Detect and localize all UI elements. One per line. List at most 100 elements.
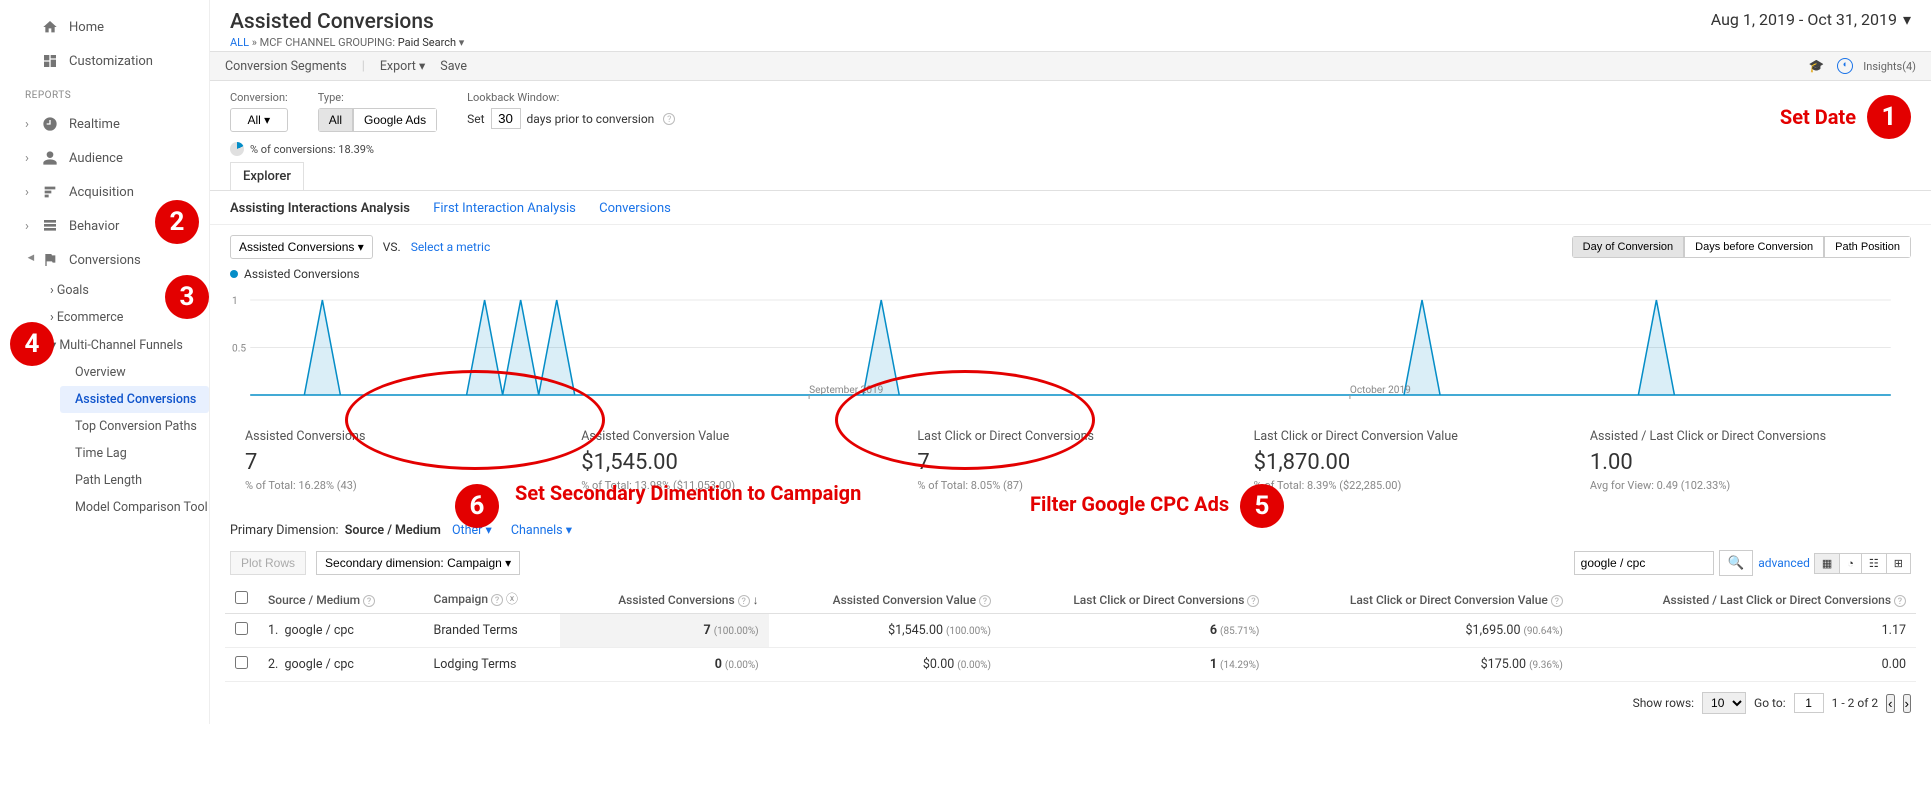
secondary-dimension-dropdown[interactable]: Secondary dimension: Campaign ▾ (316, 551, 520, 575)
nav-path-length[interactable]: Path Length (60, 467, 209, 494)
subtab-first-interaction[interactable]: First Interaction Analysis (433, 201, 576, 216)
pie-icon (230, 142, 244, 156)
summary-assisted-conversions: Assisted Conversions7% of Total: 16.28% … (230, 419, 566, 502)
view-bar-button[interactable]: ☷ (1861, 553, 1887, 574)
breadcrumb-dropdown-icon[interactable]: ▾ (459, 36, 465, 49)
col-assisted[interactable]: Assisted Conversions? ↓ (560, 584, 769, 614)
type-gads-button[interactable]: Google Ads (353, 108, 437, 132)
col-ratio[interactable]: Assisted / Last Click or Direct Conversi… (1573, 584, 1916, 614)
sort-down-icon: ↓ (753, 593, 759, 607)
svg-text:0.5: 0.5 (232, 344, 246, 355)
export-button[interactable]: Export ▾ (380, 58, 425, 74)
metric-dropdown[interactable]: Assisted Conversions ▾ (230, 235, 373, 259)
chevron-right-icon: › (25, 117, 37, 132)
dim-other[interactable]: Other ▾ (452, 523, 492, 538)
nav-conversions[interactable]: ▾Conversions (0, 243, 209, 277)
row-checkbox[interactable] (235, 622, 248, 635)
chevron-right-icon: › (50, 310, 57, 325)
nav-model-comparison[interactable]: Model Comparison Tool (60, 494, 209, 521)
dim-source-medium[interactable]: Source / Medium (345, 523, 441, 538)
chevron-right-icon: › (25, 151, 37, 166)
chevron-right-icon: › (25, 185, 37, 200)
table-row[interactable]: 1. google / cpc Branded Terms 7(100.00%)… (225, 614, 1916, 648)
nav-mcf[interactable]: ▾ Multi-Channel Funnels (50, 331, 209, 359)
nav-customization[interactable]: Customization (0, 44, 209, 78)
nav-time-lag[interactable]: Time Lag (60, 440, 209, 467)
insights-icon[interactable]: ◐ (1837, 58, 1853, 74)
prev-page-button[interactable]: ‹ (1886, 694, 1894, 713)
dim-channels[interactable]: Channels ▾ (511, 523, 572, 538)
svg-text:October 2019: October 2019 (1350, 385, 1411, 396)
nav-top-conv-paths[interactable]: Top Conversion Paths (60, 413, 209, 440)
behavior-icon (41, 217, 59, 235)
chart-area[interactable]: 0.51September 2019October 2019 (210, 285, 1931, 409)
acquisition-icon (41, 183, 59, 201)
gran-days-before[interactable]: Days before Conversion (1684, 236, 1824, 258)
conversions-subnav: › Goals › Ecommerce ▾ Multi-Channel Funn… (0, 277, 209, 521)
rows-select[interactable]: 10 (1702, 692, 1746, 714)
nav-audience[interactable]: ›Audience (0, 141, 209, 175)
table-icon: ▦ (1822, 557, 1832, 570)
gran-day[interactable]: Day of Conversion (1572, 236, 1685, 258)
table-row[interactable]: 2. google / cpc Lodging Terms 0(0.00%) $… (225, 648, 1916, 682)
nav-overview[interactable]: Overview (60, 359, 209, 386)
chevron-down-icon: ▾ (1903, 10, 1911, 29)
select-all-checkbox[interactable] (235, 591, 248, 604)
conversion-dropdown[interactable]: All ▾ (230, 108, 288, 132)
reports-header: REPORTS (0, 78, 209, 107)
dashboard-icon (41, 52, 59, 70)
pager-range: 1 - 2 of 2 (1832, 696, 1878, 710)
col-campaign[interactable]: Campaign? ⓧ (424, 584, 560, 614)
search-button[interactable]: 🔍 (1719, 550, 1754, 576)
subtab-assisting[interactable]: Assisting Interactions Analysis (230, 201, 410, 216)
chart-legend: Assisted Conversions (210, 263, 1931, 285)
conversion-segments-button[interactable]: Conversion Segments (225, 59, 347, 74)
nav-ecommerce[interactable]: › Ecommerce (50, 304, 209, 331)
clock-icon (41, 115, 59, 133)
goto-input[interactable] (1794, 693, 1824, 713)
summary-lastclick-value: Last Click or Direct Conversion Value$1,… (1239, 419, 1575, 502)
select-metric-link[interactable]: Select a metric (411, 240, 491, 254)
col-lastclick-value[interactable]: Last Click or Direct Conversion Value? (1269, 584, 1572, 614)
insights-button[interactable]: Insights(4) (1863, 60, 1916, 73)
view-pie-button[interactable]: ◔ (1839, 553, 1862, 574)
nav-home[interactable]: Home (0, 10, 209, 44)
chevron-down-icon: ▾ (24, 254, 39, 266)
chevron-right-icon: › (25, 219, 37, 234)
breadcrumb: ALL » MCF CHANNEL GROUPING: Paid Search … (230, 36, 464, 49)
view-table-button[interactable]: ▦ (1814, 553, 1840, 574)
subtab-conversions[interactable]: Conversions (599, 201, 671, 216)
summary-ratio: Assisted / Last Click or Direct Conversi… (1575, 419, 1911, 502)
chevron-right-icon: › (50, 283, 57, 298)
person-icon (41, 149, 59, 167)
gran-path-position[interactable]: Path Position (1824, 236, 1911, 258)
next-page-button[interactable]: › (1903, 694, 1911, 713)
view-pivot-button[interactable]: ⊞ (1886, 553, 1911, 574)
col-lastclick[interactable]: Last Click or Direct Conversions? (1001, 584, 1269, 614)
breadcrumb-all[interactable]: ALL (230, 36, 249, 49)
row-checkbox[interactable] (235, 656, 248, 669)
nav-behavior[interactable]: ›Behavior (0, 209, 209, 243)
nav-assisted-conversions[interactable]: Assisted Conversions (60, 386, 209, 413)
nav-realtime[interactable]: ›Realtime (0, 107, 209, 141)
lookback-label: Lookback Window: (467, 91, 675, 104)
lookback-days-input[interactable] (491, 108, 521, 129)
col-source[interactable]: Source / Medium? (258, 584, 424, 614)
remove-secondary-dim-icon[interactable]: ⓧ (506, 592, 518, 606)
svg-text:1: 1 (232, 296, 238, 307)
col-assisted-value[interactable]: Assisted Conversion Value? (769, 584, 1001, 614)
help-icon[interactable]: ? (663, 113, 675, 125)
nav-acquisition[interactable]: ›Acquisition (0, 175, 209, 209)
tab-explorer[interactable]: Explorer (230, 162, 304, 190)
type-all-button[interactable]: All (318, 108, 353, 132)
data-table: Source / Medium? Campaign? ⓧ Assisted Co… (225, 584, 1916, 682)
graduation-icon[interactable]: 🎓 (1809, 59, 1825, 74)
nav-goals[interactable]: › Goals (50, 277, 209, 304)
summary-lastclick-conversions: Last Click or Direct Conversions7% of To… (902, 419, 1238, 502)
filter-input[interactable] (1574, 551, 1714, 575)
advanced-filter-link[interactable]: advanced (1758, 556, 1810, 570)
type-label: Type: (318, 91, 437, 104)
plot-rows-button: Plot Rows (230, 551, 306, 575)
date-range-picker[interactable]: Aug 1, 2019 - Oct 31, 2019▾ (1711, 10, 1911, 29)
save-button[interactable]: Save (440, 59, 467, 74)
